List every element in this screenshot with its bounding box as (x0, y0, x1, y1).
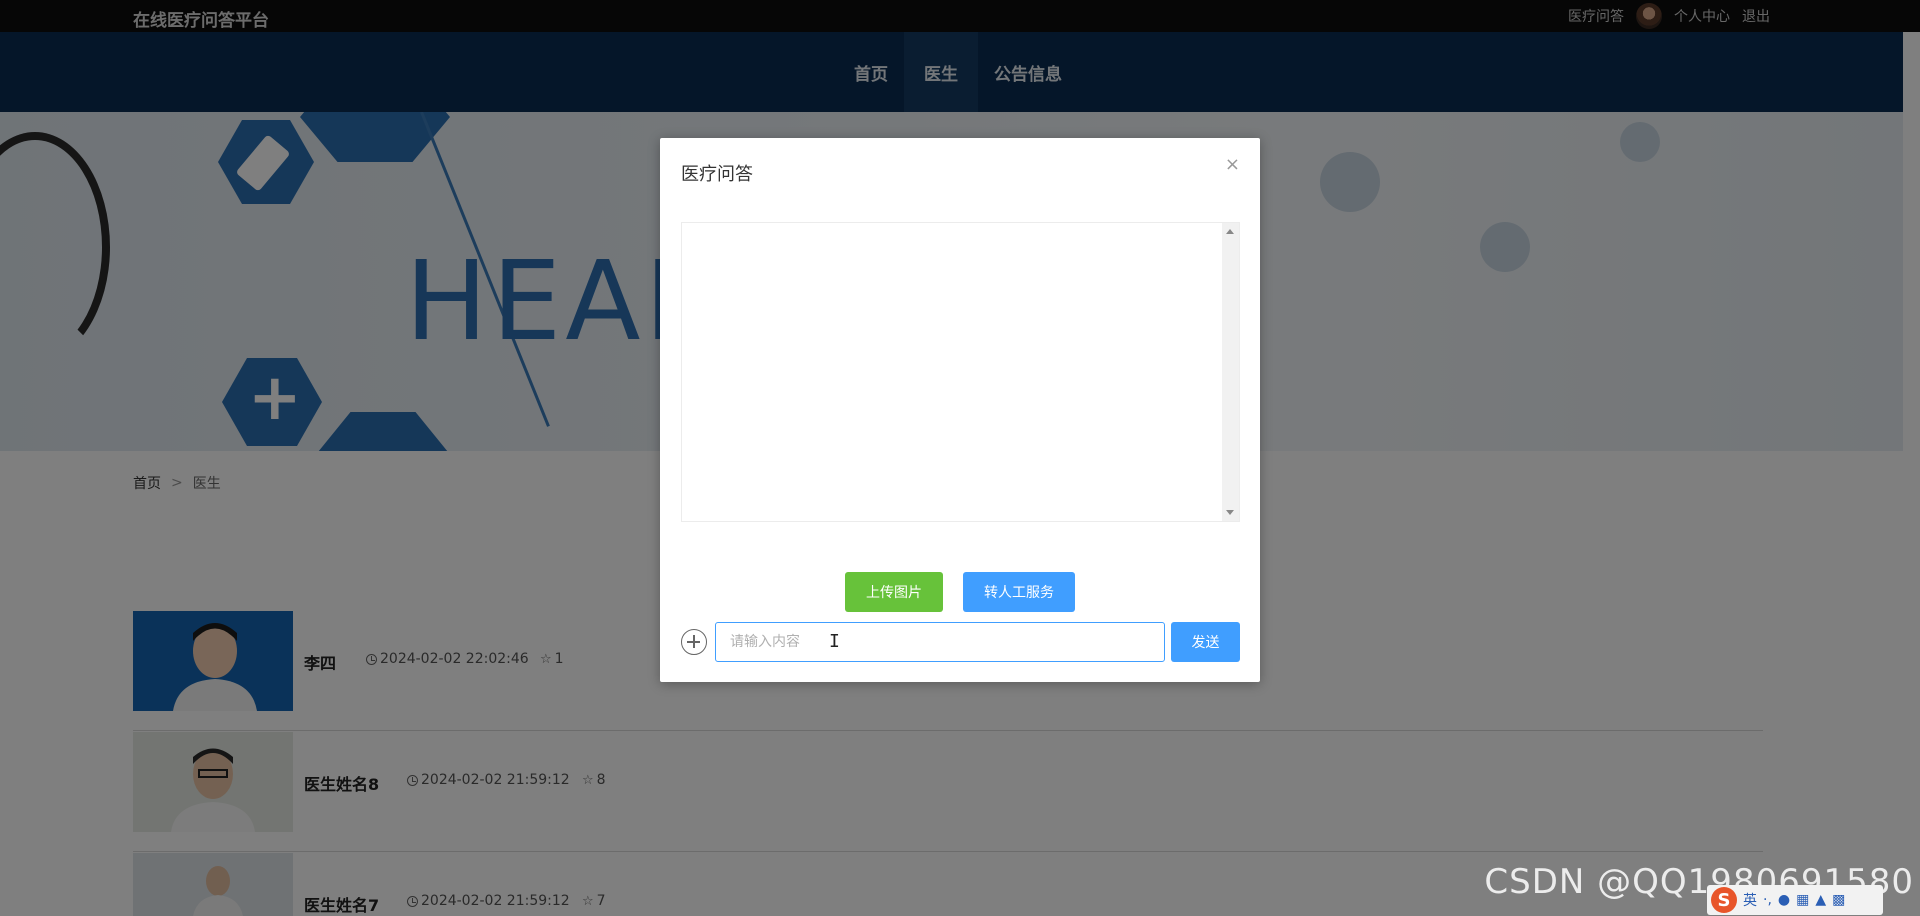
chat-scrollbar[interactable] (1222, 223, 1239, 521)
medical-qa-dialog: 医疗问答 × 上传图片 转人工服务 I 发送 (660, 138, 1260, 682)
close-icon[interactable]: × (1225, 154, 1240, 175)
ime-logo-icon[interactable]: S (1711, 887, 1737, 913)
upload-image-button[interactable]: 上传图片 (845, 572, 943, 612)
human-service-button[interactable]: 转人工服务 (963, 572, 1075, 612)
grid-icon[interactable]: ▩ (1832, 892, 1845, 908)
dialog-title: 医疗问答 (681, 164, 753, 185)
skin-icon[interactable]: ▲ (1815, 892, 1826, 908)
send-button[interactable]: 发送 (1171, 622, 1240, 662)
text-cursor-icon: I (829, 631, 840, 652)
ime-toolbar[interactable]: S 英 ·, ● ▦ ▲ ▩ (1707, 885, 1883, 915)
chat-input[interactable] (715, 622, 1165, 662)
ime-punctuation-icon[interactable]: ·, (1763, 892, 1772, 908)
ime-language[interactable]: 英 (1743, 890, 1757, 910)
scroll-up-arrow-icon[interactable] (1226, 229, 1234, 234)
scroll-down-arrow-icon[interactable] (1226, 510, 1234, 515)
microphone-icon[interactable]: ● (1778, 892, 1790, 908)
chat-message-area[interactable] (681, 222, 1240, 522)
add-circle-icon[interactable] (681, 629, 707, 655)
keyboard-icon[interactable]: ▦ (1796, 892, 1809, 908)
